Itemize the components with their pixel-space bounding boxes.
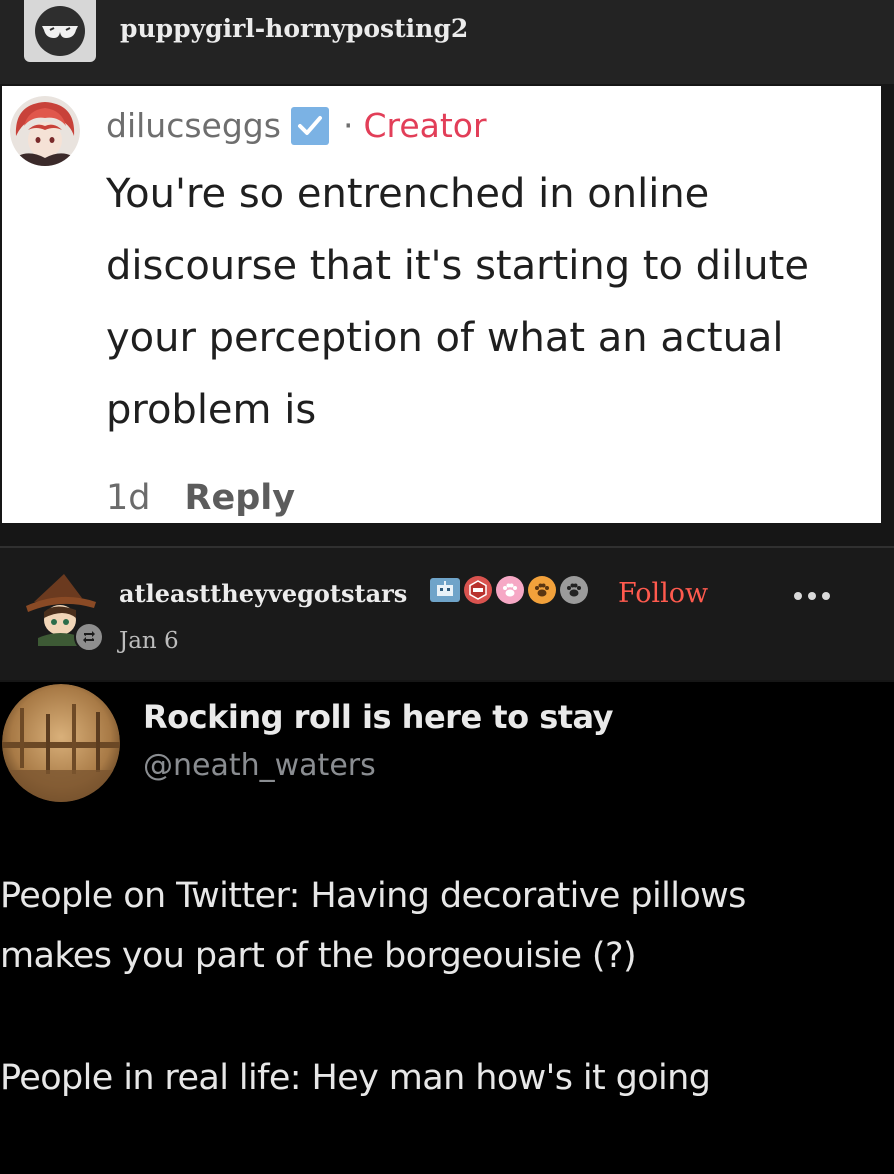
separator-dot: · [342,106,354,145]
sunglasses-face-icon [35,6,85,56]
tweet-handle: @neath_waters [143,748,376,783]
gray-paw-badge-icon[interactable] [560,576,588,604]
user-badges [430,576,588,604]
comment-meta: 1d Reply [106,478,295,518]
comment-age: 1d [106,478,151,518]
blog-avatar[interactable] [24,0,96,62]
commenter-avatar[interactable] [10,96,80,166]
reblog-date[interactable]: Jan 6 [119,628,179,654]
more-dots-icon[interactable] [794,592,830,600]
reblog-attribution: atleasttheyvegotstars Follow Jan 6 [0,548,894,680]
header-blog-name[interactable]: puppygirl-hornyposting2 [120,14,468,43]
tweet-paragraph-1-line: People on Twitter: Having decorative pil… [0,876,746,916]
orange-paw-badge-icon[interactable] [528,576,556,604]
creator-label: Creator [363,106,487,145]
reblogger-username[interactable]: atleasttheyvegotstars [119,579,407,608]
reblog-arrows-icon [74,622,104,652]
comment-card: dilucseggs · Creator You're so entrenche… [2,86,881,523]
red-hexagon-badge-icon[interactable] [464,576,492,604]
robot-badge-icon[interactable] [430,578,460,602]
reblog-header: puppygirl-hornyposting2 [0,0,894,84]
tweet-avatar [2,684,120,802]
commenter-username[interactable]: dilucseggs [106,106,281,145]
tweet-display-name: Rocking roll is here to stay [143,698,614,736]
tweet-paragraph-2: People in real life: Hey man how's it go… [0,1058,711,1098]
comment-text: You're so entrenched in online discourse… [106,171,809,433]
pink-paw-badge-icon[interactable] [496,576,524,604]
tweet-paragraph-1-line: makes you part of the borgeouisie (?) [0,936,637,976]
follow-button[interactable]: Follow [618,578,708,609]
comment-user-line: dilucseggs · Creator [106,106,487,145]
verified-check-icon [290,106,329,145]
tweet-card: Rocking roll is here to stay @neath_wate… [0,682,894,1174]
tweet-paragraph-1: People on Twitter: Having decorative pil… [0,866,894,986]
reply-button[interactable]: Reply [185,478,296,518]
